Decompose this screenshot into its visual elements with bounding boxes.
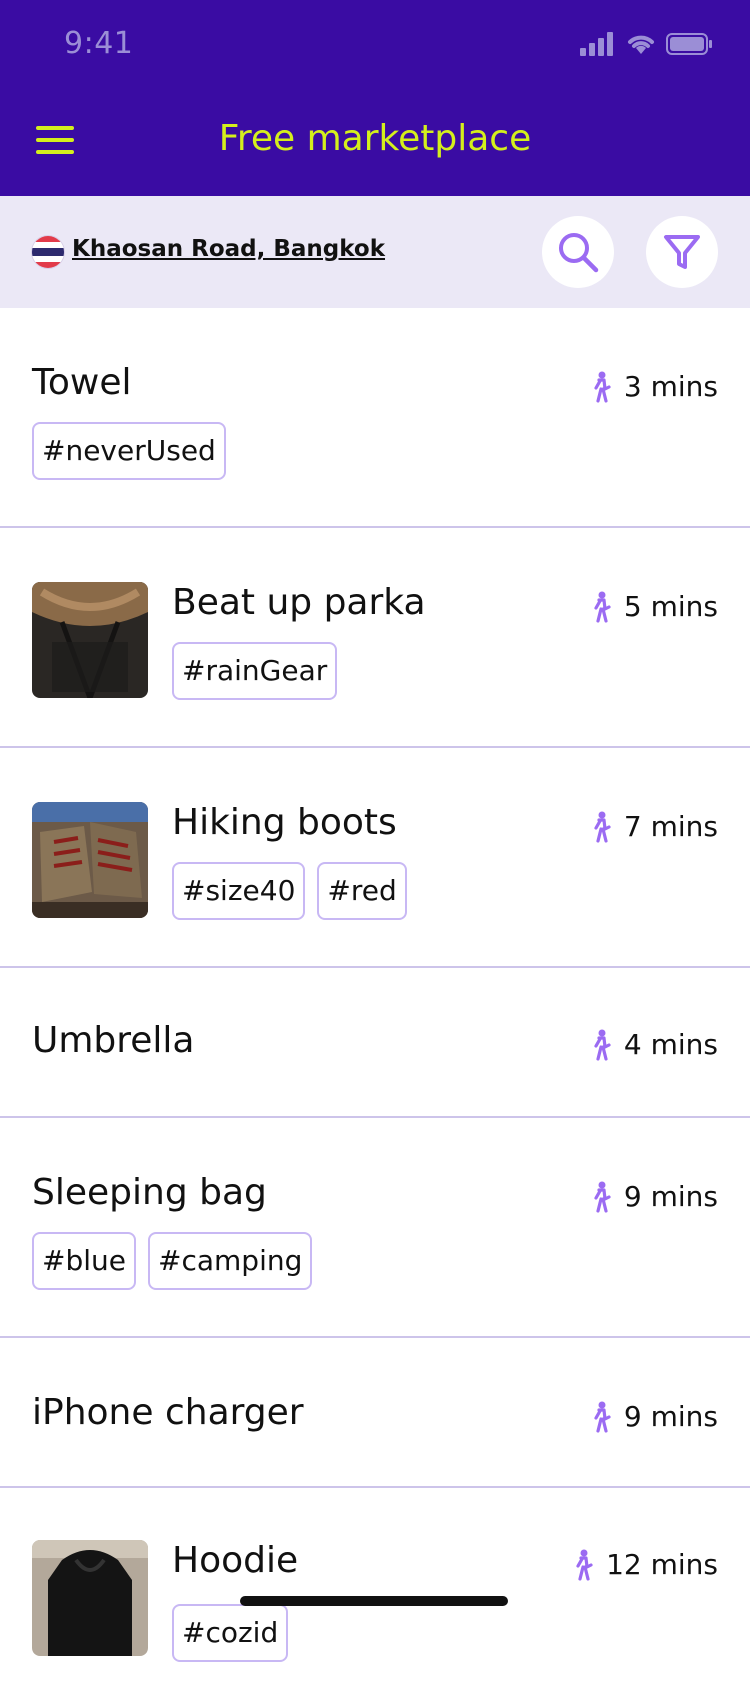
distance-text: 9 mins <box>623 1180 718 1213</box>
tag[interactable]: #blue <box>32 1232 136 1290</box>
tag[interactable]: #neverUsed <box>32 422 226 480</box>
distance-text: 9 mins <box>623 1400 718 1433</box>
status-icons <box>580 32 720 60</box>
item-title: iPhone charger <box>32 1392 304 1433</box>
filter-button[interactable] <box>646 216 718 288</box>
distance: 7 mins <box>588 810 718 843</box>
list-item[interactable]: Beat up parka #rainGear 5 mins <box>0 528 750 748</box>
tag[interactable]: #rainGear <box>172 642 338 700</box>
tag[interactable]: #size40 <box>172 862 306 920</box>
thailand-flag-icon <box>32 236 64 268</box>
distance-text: 3 mins <box>623 370 718 403</box>
home-indicator[interactable] <box>240 1596 508 1606</box>
walking-person-icon <box>594 811 611 843</box>
tag[interactable]: #camping <box>148 1232 313 1290</box>
item-list: Towel #neverUsed 3 mins Beat up parka #r… <box>0 308 750 1688</box>
tag[interactable]: #cozid <box>172 1604 289 1662</box>
list-item[interactable]: Hoodie #cozid 12 mins <box>0 1488 750 1688</box>
item-thumbnail <box>32 582 148 698</box>
distance: 9 mins <box>588 1400 718 1433</box>
distance-text: 12 mins <box>606 1548 718 1581</box>
distance: 12 mins <box>570 1548 718 1581</box>
page-title: Free marketplace <box>218 118 532 159</box>
item-title: Hoodie <box>172 1540 299 1581</box>
list-item[interactable]: Sleeping bag #blue #camping 9 mins <box>0 1118 750 1338</box>
tag[interactable]: #red <box>317 862 407 920</box>
search-button[interactable] <box>542 216 614 288</box>
search-icon <box>559 233 599 273</box>
wifi-icon <box>628 35 654 54</box>
signal-icon <box>580 32 613 56</box>
filter-icon <box>664 235 700 269</box>
distance-text: 7 mins <box>623 810 718 843</box>
battery-icon <box>666 33 712 55</box>
walking-person-icon <box>594 1029 611 1061</box>
item-title: Umbrella <box>32 1020 195 1061</box>
distance: 3 mins <box>588 370 718 403</box>
list-item[interactable]: iPhone charger 9 mins <box>0 1338 750 1488</box>
distance: 5 mins <box>588 590 718 623</box>
item-title: Hiking boots <box>172 802 397 843</box>
walking-person-icon <box>594 591 611 623</box>
walking-person-icon <box>576 1549 593 1581</box>
item-thumbnail <box>32 1540 148 1656</box>
item-title: Sleeping bag <box>32 1172 267 1213</box>
app-header: 9:41 Free marketplace <box>0 0 750 196</box>
distance: 4 mins <box>588 1028 718 1061</box>
walking-person-icon <box>594 371 611 403</box>
tag-list: #cozid <box>172 1604 289 1662</box>
walking-person-icon <box>594 1181 611 1213</box>
location-link[interactable]: Khaosan Road, Bangkok <box>72 236 385 262</box>
item-title: Beat up parka <box>172 582 426 623</box>
item-thumbnail <box>32 802 148 918</box>
list-item[interactable]: Hiking boots #size40 #red 7 mins <box>0 748 750 968</box>
distance-text: 4 mins <box>623 1028 718 1061</box>
walking-person-icon <box>594 1401 611 1433</box>
tag-list: #neverUsed <box>32 422 226 480</box>
tag-list: #size40 #red <box>172 862 407 920</box>
status-time: 9:41 <box>64 26 134 61</box>
distance: 9 mins <box>588 1180 718 1213</box>
item-title: Towel <box>32 362 132 403</box>
tag-list: #blue #camping <box>32 1232 313 1290</box>
list-item[interactable]: Umbrella 4 mins <box>0 968 750 1118</box>
list-item[interactable]: Towel #neverUsed 3 mins <box>0 308 750 528</box>
tag-list: #rainGear <box>172 642 338 700</box>
distance-text: 5 mins <box>623 590 718 623</box>
